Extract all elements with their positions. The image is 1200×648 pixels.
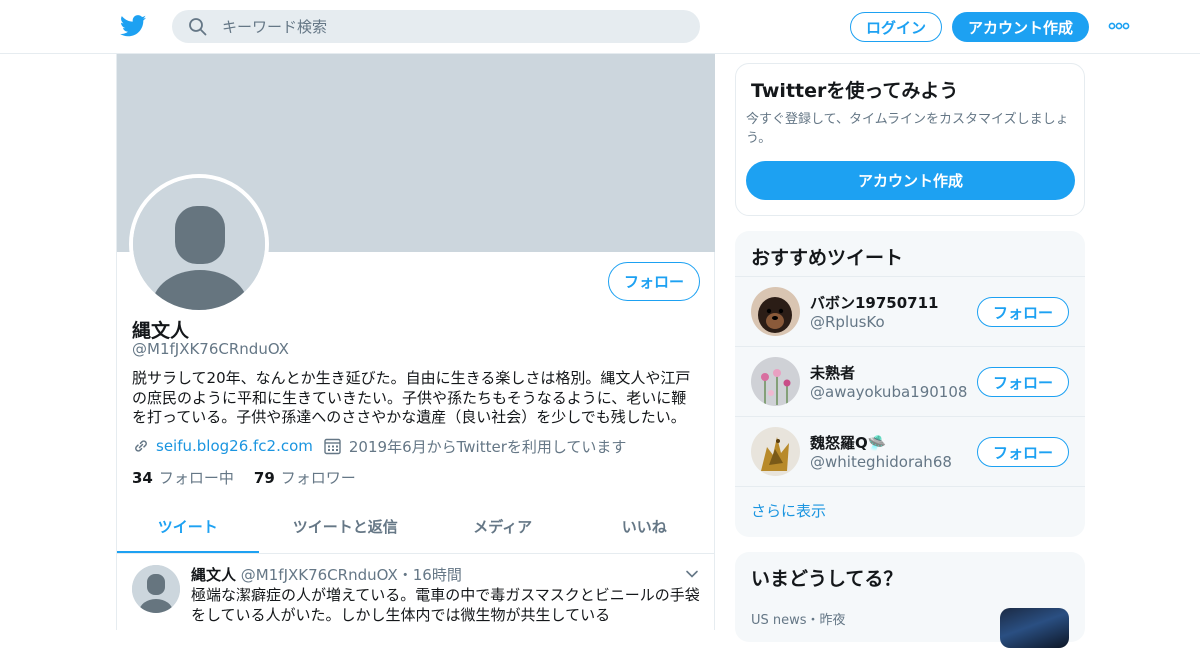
top-bar: ログイン アカウント作成 <box>0 0 1200 54</box>
user-handle: @RplusKo <box>810 313 885 331</box>
signup-card-description: 今すぐ登録して、タイムラインをカスタマイズしましょう。 <box>746 112 1069 146</box>
search-icon <box>189 18 207 36</box>
tweet-item[interactable]: 縄文人 @M1fJXK76CRnduOX・16時間 極端な潔癖症の人が増えている… <box>117 555 715 635</box>
signup-card-button[interactable]: アカウント作成 <box>746 161 1075 200</box>
who-to-follow-card: おすすめツイート バボン19750711 @RplusKo フォロー 未熟者 @… <box>735 231 1085 537</box>
following-stat[interactable]: 34 フォロー中 <box>132 467 234 488</box>
dragon-figure-photo-icon <box>751 427 800 476</box>
tweet-header: 縄文人 @M1fJXK76CRnduOX・16時間 <box>191 564 462 585</box>
followers-count: 79 <box>253 469 275 487</box>
tweet-text: 極端な潔癖症の人が増えている。電車の中で毒ガスマスクとビニールの手袋をしている人… <box>191 586 700 624</box>
profile-stats: 34 フォロー中 79 フォロワー <box>132 467 376 488</box>
user-name[interactable]: 未熟者 <box>810 362 855 383</box>
user-avatar[interactable] <box>751 427 800 476</box>
trends-card: いまどうしてる？ US news・昨夜 <box>735 552 1085 648</box>
tweet-timestamp[interactable]: 16時間 <box>413 566 462 584</box>
tab-tweets[interactable]: ツイート <box>117 502 259 553</box>
flower-photo-icon <box>751 357 800 406</box>
user-avatar[interactable] <box>751 287 800 336</box>
user-name[interactable]: バボン19750711 <box>810 292 939 313</box>
login-button[interactable]: ログイン <box>850 12 942 42</box>
link-icon <box>135 440 147 452</box>
default-avatar-icon <box>132 565 180 613</box>
signup-button[interactable]: アカウント作成 <box>952 12 1089 42</box>
profile-meta: seifu.blog26.fc2.com 2019年6月からTwitterを利用… <box>132 436 626 456</box>
search-bar[interactable] <box>172 10 700 43</box>
dog-photo-icon <box>751 287 800 336</box>
who-to-follow-title: おすすめツイート <box>751 247 904 269</box>
follow-button[interactable]: フォロー <box>608 262 700 301</box>
tab-media[interactable]: メディア <box>432 502 574 553</box>
profile-website-link[interactable]: seifu.blog26.fc2.com <box>156 437 313 455</box>
follow-user-button[interactable]: フォロー <box>977 367 1069 397</box>
calendar-icon <box>324 438 341 455</box>
trend-thumbnail[interactable] <box>1000 608 1069 648</box>
followers-stat[interactable]: 79 フォロワー <box>254 467 356 488</box>
list-item[interactable]: 魏怒羅Q🛸 @whiteghidorah68 フォロー <box>735 416 1085 486</box>
follow-user-button[interactable]: フォロー <box>977 437 1069 467</box>
profile-join-date: 2019年6月からTwitterを利用しています <box>348 437 627 456</box>
user-avatar[interactable] <box>751 357 800 406</box>
tweet-separator: ・ <box>397 566 413 584</box>
tweet-avatar[interactable] <box>132 565 180 613</box>
tab-likes[interactable]: いいね <box>573 502 715 553</box>
trend-category: US news・昨夜 <box>751 613 846 628</box>
more-options-icon[interactable] <box>1108 22 1130 30</box>
profile-bio: 脱サラして20年、なんとか生き延びた。自由に生きる楽しさは格別。縄文人や江戸の庶… <box>132 369 691 426</box>
profile-column: フォロー 縄文人 @M1fJXK76CRnduOX 脱サラして20年、なんとか生… <box>116 54 715 630</box>
twitter-logo-icon[interactable] <box>120 14 146 38</box>
list-item[interactable]: 未熟者 @awayokuba190108 フォロー <box>735 346 1085 416</box>
user-handle: @awayokuba190108 <box>810 383 968 401</box>
following-count: 34 <box>132 469 153 487</box>
tab-tweets-replies[interactable]: ツイートと返信 <box>259 502 432 553</box>
tweet-author-handle[interactable]: @M1fJXK76CRnduOX <box>241 566 398 584</box>
tweet-author-name[interactable]: 縄文人 <box>191 566 236 584</box>
following-label: フォロー中 <box>158 469 234 487</box>
followers-label: フォロワー <box>280 469 356 487</box>
profile-avatar[interactable] <box>129 174 269 314</box>
default-avatar-icon <box>133 178 265 310</box>
show-more-link[interactable]: さらに表示 <box>735 486 1085 536</box>
trends-title: いまどうしてる？ <box>751 568 903 590</box>
profile-tabs: ツイート ツイートと返信 メディア いいね <box>117 502 715 554</box>
user-name[interactable]: 魏怒羅Q🛸 <box>810 432 886 453</box>
chevron-down-icon[interactable] <box>685 569 699 579</box>
user-handle: @whiteghidorah68 <box>810 453 952 471</box>
search-input[interactable] <box>222 10 682 43</box>
list-item[interactable]: バボン19750711 @RplusKo フォロー <box>735 276 1085 346</box>
follow-user-button[interactable]: フォロー <box>977 297 1069 327</box>
signup-card: Twitterを使ってみよう 今すぐ登録して、タイムラインをカスタマイズしましょ… <box>735 63 1085 216</box>
profile-handle: @M1fJXK76CRnduOX <box>132 340 289 358</box>
profile-name: 縄文人 <box>132 320 190 342</box>
signup-card-title: Twitterを使ってみよう <box>751 80 959 102</box>
